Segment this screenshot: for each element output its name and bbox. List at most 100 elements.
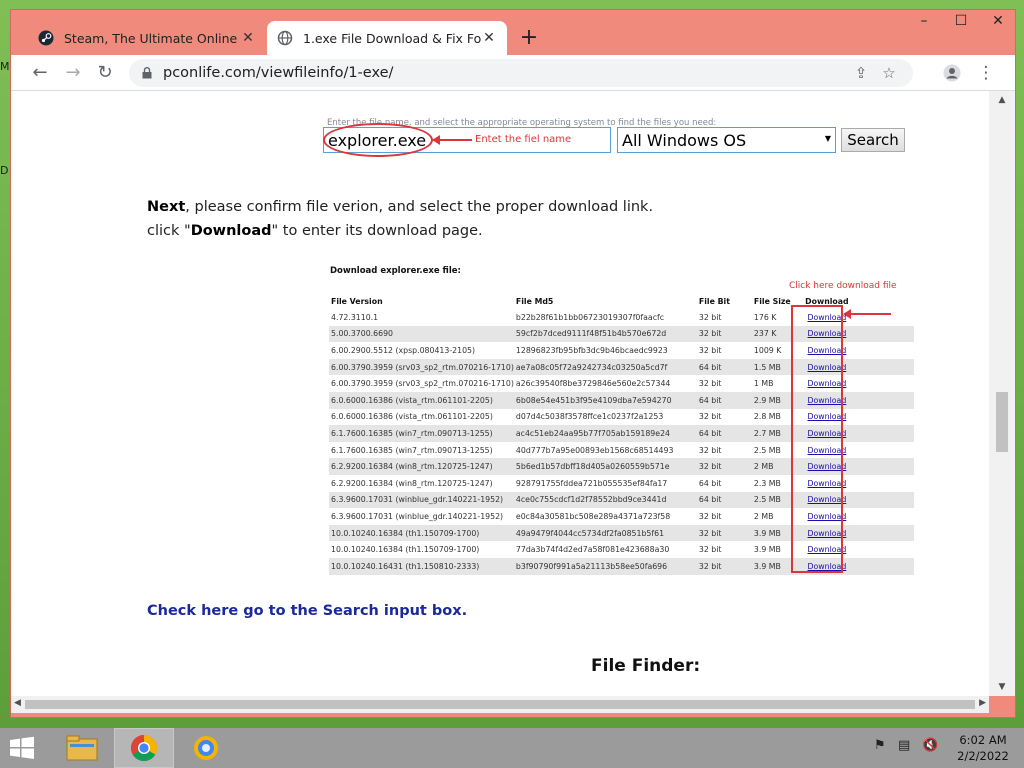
address-bar[interactable]: pconlife.com/viewfileinfo/1-exe/ ⇪ ☆ xyxy=(129,59,913,87)
desktop-edge-letter: M xyxy=(0,60,10,73)
close-icon[interactable]: ✕ xyxy=(481,30,497,46)
browser-toolbar: ← → ↻ pconlife.com/viewfileinfo/1-exe/ ⇪… xyxy=(11,55,1015,91)
table-cell: 32 bit xyxy=(696,325,752,343)
forward-arrow-icon[interactable]: → xyxy=(61,61,85,85)
table-cell: 64 bit xyxy=(696,425,752,442)
close-icon[interactable]: ✕ xyxy=(240,30,256,46)
chrome-icon[interactable] xyxy=(114,728,174,768)
tab-pconlife[interactable]: 1.exe File Download & Fix For Al ✕ xyxy=(267,21,507,55)
table-cell: 12896823fb95bfb3dc9b46bcaedc9923 xyxy=(515,345,668,355)
scroll-up-icon[interactable]: ▲ xyxy=(989,95,1015,105)
tab-title: 1.exe File Download & Fix For Al xyxy=(303,30,481,46)
table-cell: 6b08e54e451b3f95e4109dba7e594270 xyxy=(513,391,697,409)
table-cell-spacer xyxy=(850,409,914,426)
table-cell: a26c39540f8be3729846e560e2c57344 xyxy=(515,379,671,389)
windows-start-icon[interactable] xyxy=(8,736,36,760)
globe-icon xyxy=(277,30,293,46)
table-cell: 6.2.9200.16384 (win8_rtm.120725-1247) xyxy=(329,458,514,475)
profile-icon[interactable] xyxy=(939,60,965,86)
table-cell-spacer xyxy=(850,342,914,359)
horizontal-scrollbar[interactable]: ◀ ▶ xyxy=(11,696,989,713)
scroll-left-icon[interactable]: ◀ xyxy=(14,698,21,708)
table-cell-spacer xyxy=(849,458,914,475)
table-cell: 6.00.3790.3959 (srv03_sp2_rtm.070216-171… xyxy=(331,379,514,389)
table-cell-spacer xyxy=(850,475,914,492)
share-icon[interactable]: ⇪ xyxy=(847,64,875,82)
table-cell: ae7a08c05f72a9242734c03250a5cd7f xyxy=(513,358,697,376)
desktop-edge-letter: D xyxy=(0,164,9,177)
table-cell: 6.3.9600.17031 (winblue_gdr.140221-1952) xyxy=(329,491,514,509)
click-suffix: " to enter its download page. xyxy=(271,223,483,239)
reload-icon[interactable]: ↻ xyxy=(93,61,117,85)
file-finder-heading: File Finder: xyxy=(591,656,701,676)
tab-steam[interactable]: Steam, The Ultimate Online Gam ✕ xyxy=(28,21,266,55)
steam-icon xyxy=(38,30,54,46)
search-button[interactable]: Search xyxy=(841,128,905,152)
table-cell: 77da3b74f4d2ed7a58f081e423688a30 xyxy=(515,545,670,555)
network-icon[interactable]: ▤ xyxy=(898,738,910,753)
table-cell-spacer xyxy=(850,375,914,392)
scroll-right-icon[interactable]: ▶ xyxy=(979,698,986,708)
table-cell: b22b28f61b1bb06723019307f0faacfc xyxy=(515,312,665,322)
table-cell-spacer xyxy=(850,442,914,459)
close-window-button[interactable]: ✕ xyxy=(983,13,1013,29)
taskbar-clock[interactable]: 6:02 AM 2/2/2022 xyxy=(950,732,1016,764)
table-cell: e0c84a30581bc508e289a4371a723f58 xyxy=(515,511,671,521)
table-cell: 6.00.2900.5512 (xpsp.080413-2105) xyxy=(331,345,476,355)
table-cell-spacer xyxy=(849,391,914,409)
table-cell: 32 bit xyxy=(698,312,722,322)
table-cell: 6.1.7600.16385 (win7_rtm.090713-1255) xyxy=(329,425,514,442)
check-search-link[interactable]: Check here go to the Search input box. xyxy=(147,603,467,619)
minimize-button[interactable]: – xyxy=(909,13,939,29)
table-cell: 32 bit xyxy=(698,545,722,555)
page-viewport: Enter the file name, and select the appr… xyxy=(11,91,989,696)
bookmark-star-icon[interactable]: ☆ xyxy=(875,64,903,82)
action-center-flag-icon[interactable]: ⚑ xyxy=(874,738,886,753)
table-cell: 32 bit xyxy=(696,458,752,475)
table-cell: 32 bit xyxy=(698,379,722,389)
table-cell: 4.72.3110.1 xyxy=(331,312,379,322)
vertical-scrollbar[interactable]: ▲ ▼ xyxy=(989,91,1015,696)
scroll-down-icon[interactable]: ▼ xyxy=(989,682,1015,692)
table-cell: 64 bit xyxy=(696,391,752,409)
table-cell-spacer xyxy=(850,508,914,525)
volume-muted-icon[interactable]: 🔇 xyxy=(922,738,938,753)
download-column-highlight xyxy=(791,305,843,573)
click-bold: Download xyxy=(190,223,272,239)
table-cell-spacer xyxy=(849,524,914,542)
table-cell-spacer xyxy=(849,557,914,575)
table-cell: 32 bit xyxy=(696,524,752,542)
table-cell: 40d777b7a95e00893eb1568c68514493 xyxy=(515,445,674,455)
table-cell-spacer xyxy=(850,541,914,558)
table-cell-spacer xyxy=(849,491,914,509)
table-cell: 49a9479f4044cc5734df2fa0851b5f61 xyxy=(513,524,697,542)
table-cell: 10.0.10240.16384 (th1.150709-1700) xyxy=(329,524,514,542)
annotation-arrow xyxy=(432,135,472,145)
back-arrow-icon[interactable]: ← xyxy=(28,61,52,85)
os-select-value: All Windows OS xyxy=(622,131,747,150)
column-header: File Bit xyxy=(698,297,730,306)
os-select[interactable]: All Windows OS ▼ xyxy=(617,127,836,153)
maximize-button[interactable]: ☐ xyxy=(946,13,976,29)
table-cell-spacer xyxy=(850,309,914,326)
annotation-enter-file-name: Entet the fiel name xyxy=(475,134,572,145)
new-tab-button[interactable]: + xyxy=(516,26,542,52)
next-text: , please confirm file verion, and select… xyxy=(185,199,654,215)
menu-kebab-icon[interactable]: ⋮ xyxy=(973,60,999,86)
table-cell: 5b6ed1b57dbff18d405a0260559b571e xyxy=(513,458,697,475)
file-explorer-icon[interactable] xyxy=(52,728,112,768)
browser-window: Steam, The Ultimate Online Gam ✕ 1.exe F… xyxy=(10,9,1016,718)
table-cell: 64 bit xyxy=(696,358,752,376)
table-cell: 32 bit xyxy=(698,345,722,355)
scrollbar-thumb[interactable] xyxy=(25,700,975,709)
app-swirl-icon[interactable] xyxy=(176,728,236,768)
scrollbar-thumb[interactable] xyxy=(996,392,1008,452)
download-title: Download explorer.exe file: xyxy=(330,266,461,276)
table-cell: 4ce0c755cdcf1d2f78552bbd9ce3441d xyxy=(513,491,697,509)
table-cell: 6.0.6000.16386 (vista_rtm.061101-2205) xyxy=(331,412,493,422)
url-text: pconlife.com/viewfileinfo/1-exe/ xyxy=(163,65,394,81)
annotation-click-here: Click here download file xyxy=(789,281,897,291)
table-cell: 59cf2b7dced9111f48f51b4b570e672d xyxy=(513,325,697,343)
table-cell: 6.2.9200.16384 (win8_rtm.120725-1247) xyxy=(331,478,493,488)
clock-date: 2/2/2022 xyxy=(957,749,1009,763)
